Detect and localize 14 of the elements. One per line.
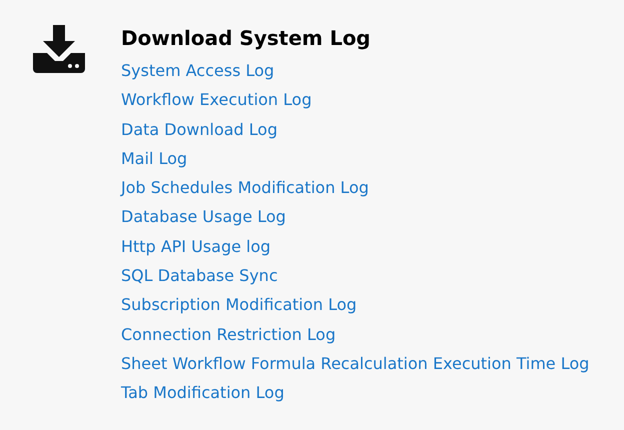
log-link[interactable]: Http API Usage log <box>121 232 271 262</box>
log-link[interactable]: Job Schedules Modification Log <box>121 173 369 202</box>
log-link[interactable]: Sheet Workflow Formula Recalculation Execution Time Log <box>121 348 590 378</box>
log-link[interactable]: SQL Database Sync <box>121 261 278 290</box>
log-link[interactable]: Database Usage Log <box>121 202 286 232</box>
log-link[interactable]: Tab Modification Log <box>121 378 284 408</box>
download-icon <box>33 25 85 73</box>
log-link[interactable]: Workflow Execution Log <box>121 85 312 115</box>
log-link[interactable]: Data Download Log <box>121 114 278 144</box>
section-title: Download System Log <box>121 25 372 52</box>
log-link[interactable]: System Access Log <box>121 56 274 86</box>
log-link[interactable]: Mail Log <box>121 144 188 174</box>
log-link[interactable]: Subscription Modification Log <box>121 290 357 320</box>
log-link[interactable]: Connection Restriction Log <box>121 320 336 349</box>
